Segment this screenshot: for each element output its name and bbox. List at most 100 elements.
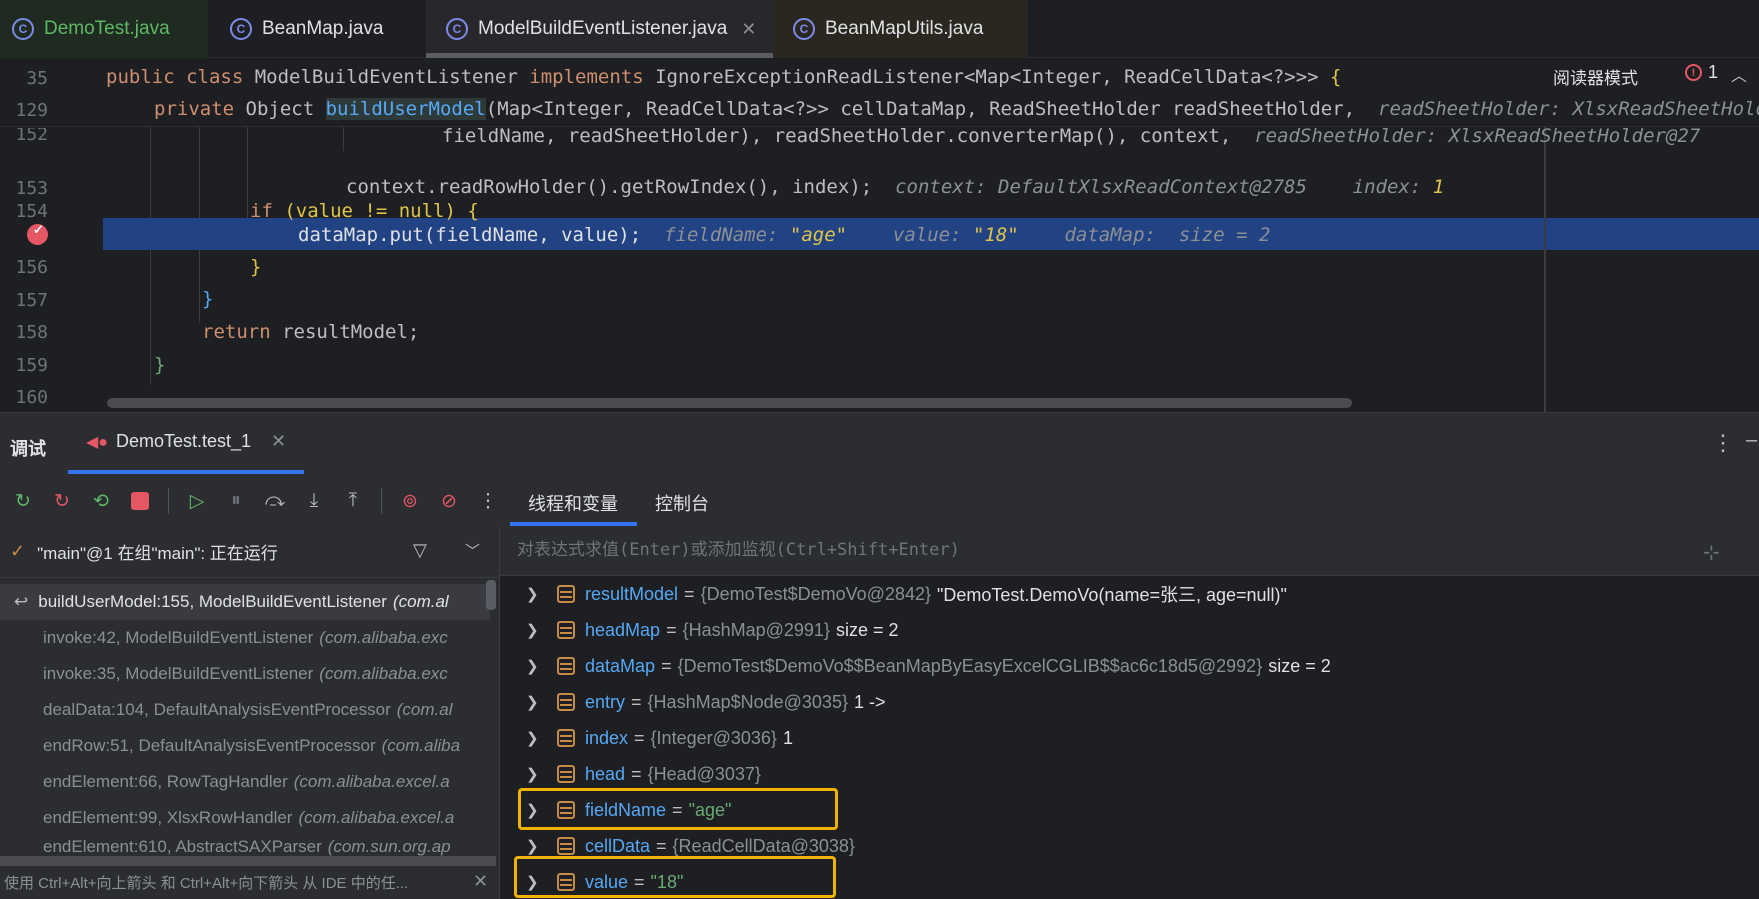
frame-package: (com.aliba bbox=[381, 736, 461, 755]
code-editor[interactable]: 153 154 156 157 158 159 160 context.read… bbox=[0, 58, 1759, 412]
chevron-right-icon[interactable]: ❯ bbox=[526, 693, 546, 711]
frame-package: (com.al bbox=[392, 592, 449, 611]
frame-package: (com.alibaba.exc bbox=[319, 664, 448, 683]
code-line-159: } bbox=[154, 354, 166, 376]
reader-mode-toggle[interactable]: 阅读器模式 bbox=[1553, 64, 1638, 89]
inline-hint-value: "18" bbox=[972, 224, 1019, 246]
reload-changed-classes-icon[interactable]: ⟲ bbox=[90, 490, 112, 512]
tab-beanmaputils[interactable]: C BeanMapUtils.java bbox=[773, 0, 1028, 58]
inline-hint-value: "age" bbox=[789, 224, 848, 246]
variable-row[interactable]: ❯ entry = {HashMap$Node@3035} 1 -> bbox=[500, 684, 1759, 720]
variable-type: {HashMap$Node@3035} bbox=[647, 691, 848, 712]
evaluate-expression-input[interactable] bbox=[517, 540, 1667, 560]
tab-label: DemoTest.java bbox=[44, 18, 170, 39]
frames-horizontal-scrollbar[interactable] bbox=[0, 856, 496, 866]
variable-type: {HashMap@2991} bbox=[682, 619, 830, 640]
variable-row[interactable]: ❯ head = {Head@3037} bbox=[500, 756, 1759, 792]
field-icon bbox=[557, 585, 575, 603]
stack-frame[interactable]: endElement:99, XlsxRowHandler (com.alibab… bbox=[0, 800, 490, 836]
class-icon: C bbox=[230, 18, 252, 40]
error-icon: ! bbox=[1685, 64, 1702, 81]
frame-package: (com.alibaba.excel.a bbox=[293, 772, 450, 791]
problems-indicator[interactable]: ! 1 bbox=[1685, 62, 1718, 83]
frames-panel: ✓ "main"@1 在组"main": 正在运行 ▽ ﹀ ↩ buildUse… bbox=[0, 526, 500, 899]
close-tab-icon[interactable]: ✕ bbox=[741, 19, 756, 40]
code-text: { bbox=[1318, 66, 1342, 88]
stack-frame[interactable]: ↩ buildUserModel:155, ModelBuildEventLis… bbox=[0, 584, 490, 620]
editor-horizontal-scrollbar[interactable] bbox=[107, 398, 1352, 408]
code-text: IgnoreExceptionReadListener bbox=[655, 66, 964, 88]
stack-frame[interactable]: invoke:42, ModelBuildEventListener (com.a… bbox=[0, 620, 490, 656]
minimize-icon[interactable]: – bbox=[1746, 429, 1757, 452]
stack-frame[interactable]: dealData:104, DefaultAnalysisEventProces… bbox=[0, 692, 490, 728]
variables-panel: ⊹ ❯ resultModel={DemoTest$DemoVo@2842}"D… bbox=[500, 526, 1759, 899]
keyword: private bbox=[154, 98, 246, 120]
stack-frame[interactable]: invoke:35, ModelBuildEventListener (com.a… bbox=[0, 656, 490, 692]
code-text: context.readRowHolder().getRowIndex(), i… bbox=[346, 176, 873, 198]
more-actions-icon[interactable]: ⋮ bbox=[477, 490, 499, 512]
frame-package: (com.alibaba.exc bbox=[319, 628, 448, 647]
step-out-icon[interactable]: ⤒ bbox=[342, 490, 364, 512]
tab-label: BeanMapUtils.java bbox=[825, 18, 984, 39]
inline-hint-key: dataMap: bbox=[1064, 224, 1168, 246]
debug-session-tab[interactable]: ◀● DemoTest.test_1 ✕ bbox=[86, 431, 286, 452]
line-number: 156 bbox=[15, 257, 48, 278]
debug-content-tabs: 线程和变量 控制台 bbox=[500, 476, 1759, 526]
chevron-right-icon[interactable]: ❯ bbox=[526, 621, 546, 639]
field-icon bbox=[557, 765, 575, 783]
code-text: fieldName, readSheetHolder), readSheetHo… bbox=[442, 128, 1232, 147]
tab-demotest[interactable]: C DemoTest.java bbox=[0, 0, 208, 58]
variable-row[interactable]: ❯ headMap = {HashMap@2991} size = 2 bbox=[500, 612, 1759, 648]
code-text: (Map<Integer, ReadCellData<?>> cellDataM… bbox=[485, 98, 1356, 120]
chevron-right-icon[interactable]: ❯ bbox=[526, 585, 546, 603]
stack-frame[interactable]: endRow:51, DefaultAnalysisEventProcessor… bbox=[0, 728, 490, 764]
step-over-icon[interactable]: ⤼ bbox=[264, 490, 286, 512]
add-watch-icon[interactable]: ⊹ bbox=[1703, 540, 1720, 565]
code-line-35: public class ModelBuildEventListener imp… bbox=[106, 66, 1341, 88]
pause-icon[interactable]: ⏸ bbox=[225, 490, 247, 512]
tab-modelbuildeventlistener[interactable]: C ModelBuildEventListener.java ✕ bbox=[426, 0, 773, 58]
variable-type: {ReadCellData@3038} bbox=[672, 835, 855, 856]
stop-icon[interactable] bbox=[129, 490, 151, 512]
frame-package: (com.al bbox=[396, 700, 453, 719]
view-breakpoints-icon[interactable]: ⊚ bbox=[399, 490, 421, 512]
rerun-icon[interactable]: ↻ bbox=[12, 490, 34, 512]
rerun-failed-icon[interactable]: ↻ bbox=[51, 490, 73, 512]
frame-package: (com.sun.org.ap bbox=[327, 837, 451, 856]
more-options-icon[interactable]: ⋮ bbox=[1712, 430, 1734, 456]
variable-row[interactable]: ❯ index = {Integer@3036} 1 bbox=[500, 720, 1759, 756]
stack-frame[interactable]: endElement:66, RowTagHandler (com.alibaba… bbox=[0, 764, 490, 800]
chevron-down-icon[interactable]: ﹀ bbox=[465, 540, 480, 561]
variable-name: cellData bbox=[585, 835, 651, 856]
chevron-right-icon[interactable]: ❯ bbox=[526, 729, 546, 747]
field-icon bbox=[557, 657, 575, 675]
variable-row[interactable]: ❯ resultModel = {DemoTest$DemoVo@2842} "Dem… bbox=[500, 578, 1759, 610]
field-icon bbox=[557, 621, 575, 639]
frames-vertical-scrollbar[interactable] bbox=[486, 580, 496, 610]
chevron-up-icon[interactable]: ︿ bbox=[1731, 62, 1747, 86]
close-session-icon[interactable]: ✕ bbox=[271, 431, 286, 452]
variable-name: dataMap bbox=[585, 655, 656, 676]
chevron-right-icon[interactable]: ❯ bbox=[526, 657, 546, 675]
code-text: (value != null) { bbox=[284, 200, 479, 222]
frame-method: invoke:42, ModelBuildEventListener bbox=[43, 628, 314, 647]
stack-frame[interactable]: endElement:610, AbstractSAXParser (com.su… bbox=[0, 836, 490, 858]
step-into-icon[interactable]: ⤓ bbox=[303, 490, 325, 512]
tab-beanmap[interactable]: C BeanMap.java bbox=[208, 0, 426, 58]
right-margin-guide bbox=[1544, 127, 1546, 412]
variable-row[interactable]: ❯ dataMap = {DemoTest$DemoVo$$BeanMapByEas… bbox=[500, 648, 1759, 684]
close-icon[interactable]: ✕ bbox=[473, 871, 488, 892]
chevron-right-icon[interactable]: ❯ bbox=[526, 765, 546, 783]
chevron-right-icon[interactable]: ❯ bbox=[526, 837, 546, 855]
inline-hint: readSheetHolder: XlsxReadSheetHolder@2 bbox=[1378, 98, 1759, 120]
tab-threads-variables[interactable]: 线程和变量 bbox=[528, 490, 618, 516]
toolbar-separator bbox=[381, 488, 382, 514]
resume-icon[interactable]: ▷ bbox=[186, 490, 208, 512]
code-line-155: dataMap.put(fieldName, value); fieldName… bbox=[298, 224, 1270, 246]
mute-breakpoints-icon[interactable]: ⊘ bbox=[438, 490, 460, 512]
tab-console[interactable]: 控制台 bbox=[655, 490, 709, 516]
line-number: 160 bbox=[15, 387, 48, 408]
test-debug-icon: ◀● bbox=[86, 433, 108, 451]
filter-icon[interactable]: ▽ bbox=[413, 540, 427, 561]
breakpoint-icon[interactable] bbox=[27, 222, 48, 245]
